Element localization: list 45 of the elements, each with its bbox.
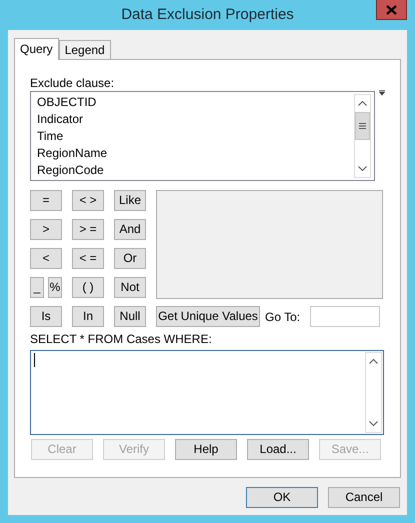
operator-button[interactable]: < > — [72, 190, 104, 211]
close-icon — [386, 4, 397, 14]
operator-button[interactable]: ( ) — [72, 277, 104, 298]
dialog-button[interactable]: Cancel — [328, 487, 400, 508]
tab[interactable]: Legend — [58, 40, 111, 59]
action-button[interactable]: Help — [175, 439, 237, 460]
scroll-up-icon[interactable] — [369, 359, 378, 364]
close-button[interactable] — [376, 0, 407, 20]
operator-button[interactable]: > = — [72, 219, 104, 240]
scrollbar-thumb[interactable] — [355, 112, 370, 140]
field-item[interactable]: Time — [37, 128, 354, 145]
scroll-up-icon[interactable] — [358, 101, 367, 106]
operator-button[interactable]: And — [114, 219, 146, 240]
dropdown-marker-icon[interactable] — [379, 90, 385, 96]
sql-prefix-label: SELECT * FROM Cases WHERE: — [30, 332, 213, 346]
dialog-button[interactable]: OK — [246, 487, 318, 508]
field-item[interactable]: OBJECTID — [37, 94, 354, 111]
text-cursor — [34, 353, 35, 367]
operator-button[interactable]: In — [72, 306, 104, 327]
action-button[interactable]: Load... — [247, 439, 309, 460]
grip-icon — [359, 123, 366, 129]
operator-button[interactable]: < — [30, 248, 62, 269]
field-item[interactable]: Indicator — [37, 111, 354, 128]
operator-button[interactable]: > — [30, 219, 62, 240]
where-clause-field[interactable] — [30, 350, 384, 435]
operator-button[interactable]: _ — [30, 277, 44, 298]
operator-button[interactable]: % — [48, 277, 62, 298]
go-to-label: Go To: — [265, 308, 300, 326]
operator-button[interactable]: = — [30, 190, 62, 211]
field-list[interactable]: OBJECTID Indicator Time RegionName RegionCode — [30, 91, 375, 181]
operator-button[interactable]: Or — [114, 248, 146, 269]
operator-button[interactable]: Not — [114, 277, 146, 298]
exclude-clause-label: Exclude clause: — [30, 75, 116, 88]
window-title: Data Exclusion Properties — [121, 4, 294, 25]
operator-button[interactable]: Like — [114, 190, 146, 211]
field-item[interactable]: RegionCode — [37, 162, 354, 179]
operator-button[interactable]: < = — [72, 248, 104, 269]
operator-button[interactable]: Is — [30, 306, 62, 327]
scroll-down-icon[interactable] — [369, 421, 378, 426]
go-to-field[interactable] — [310, 306, 380, 327]
operator-button[interactable]: Null — [114, 306, 146, 327]
scroll-down-icon[interactable] — [358, 166, 367, 171]
field-item[interactable]: RegionName — [37, 145, 354, 162]
tab[interactable]: Query — [14, 38, 59, 60]
get-unique-values-button[interactable]: Get Unique Values — [156, 306, 260, 327]
